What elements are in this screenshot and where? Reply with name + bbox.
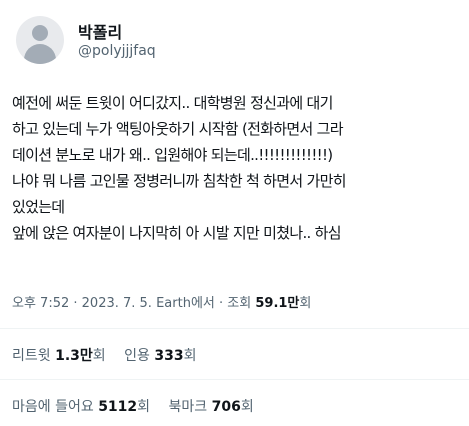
divider: [0, 379, 469, 380]
retweets-label: 리트윗: [12, 348, 51, 364]
avatar[interactable]: [16, 16, 64, 64]
retweets-count: 1.3만: [55, 348, 93, 364]
bookmarks-count: 706: [211, 399, 241, 415]
tweet-meta: 오후 7:52 · 2023. 7. 5. Earth에서 · 조회 59.1만…: [12, 292, 311, 311]
quotes-label: 인용: [124, 348, 150, 364]
engagement-row-likes: 마음에 들어요 5112회 북마크 706회: [12, 396, 268, 416]
views-count: 59.1만: [255, 296, 300, 311]
engagement-row-shares: 리트윗 1.3만회 인용 333회: [12, 345, 210, 365]
views-unit: 회: [299, 296, 312, 311]
likes-count: 5112: [98, 399, 138, 415]
likes-stat[interactable]: 마음에 들어요 5112회: [12, 399, 155, 415]
tweet-text-line: 하고 있는데 누가 액팅아웃하기 시작함 (전화하면서 그라: [12, 120, 344, 138]
default-avatar-body-icon: [24, 44, 56, 64]
retweets-stat[interactable]: 리트윗 1.3만회: [12, 348, 110, 364]
likes-label: 마음에 들어요: [12, 399, 94, 415]
likes-unit: 회: [137, 399, 151, 415]
default-avatar-head-icon: [32, 25, 48, 41]
tweet-text-line: 앞에 앉은 여자분이 나지막히 아 시발 지만 미쳤나.. 하심: [12, 224, 342, 242]
tweet-header: 박폴리 @polyjjjfaq: [16, 16, 453, 68]
display-name[interactable]: 박폴리: [78, 19, 122, 43]
tweet-text-line: 있었는데: [12, 198, 65, 216]
tweet-source: Earth에서: [156, 296, 215, 311]
tweet-text: 예전에 써둔 트윗이 어디갔지.. 대학병원 정신과에 대기 하고 있는데 누가…: [12, 90, 462, 246]
user-handle[interactable]: @polyjjjfaq: [78, 43, 156, 59]
retweets-unit: 회: [92, 348, 106, 364]
tweet-text-line: 데이션 분노로 내가 왜.. 입원해야 되는데..!!!!!!!!!!!!!): [12, 146, 333, 164]
quotes-count: 333: [154, 348, 184, 364]
bookmarks-unit: 회: [240, 399, 254, 415]
bookmarks-stat[interactable]: 북마크 706회: [169, 399, 254, 415]
quotes-stat[interactable]: 인용 333회: [124, 348, 196, 364]
divider: [0, 328, 469, 329]
quotes-unit: 회: [183, 348, 197, 364]
meta-separator: ·: [73, 296, 82, 311]
bookmarks-label: 북마크: [168, 399, 208, 415]
tweet-time[interactable]: 오후 7:52: [12, 296, 69, 311]
views-label: 조회: [227, 296, 252, 311]
tweet-text-line: 예전에 써둔 트윗이 어디갔지.. 대학병원 정신과에 대기: [12, 94, 333, 112]
tweet-date[interactable]: 2023. 7. 5.: [82, 296, 152, 311]
tweet-text-line: 나야 뭐 나름 고인물 정병러니까 침착한 척 하면서 가만히: [12, 172, 347, 190]
